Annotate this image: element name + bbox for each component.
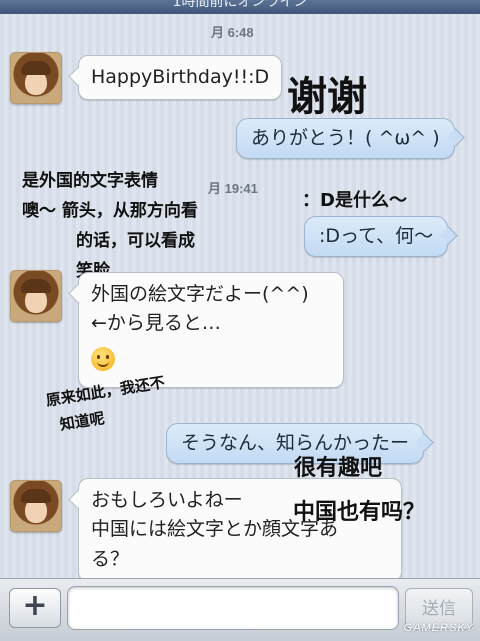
message-line: ←から見ると… xyxy=(91,312,221,335)
message-line: る？ xyxy=(91,547,130,570)
message-line: 外国の絵文字だよー(^^) xyxy=(91,283,309,305)
avatar[interactable] xyxy=(10,480,62,532)
incoming-message[interactable]: HappyBirthday!!:D xyxy=(78,55,283,101)
outgoing-message[interactable]: :Dって、何〜 xyxy=(304,216,449,258)
timestamp: 月 6:48 xyxy=(211,25,254,40)
timestamp: 月 19:41 xyxy=(208,181,258,196)
annotation-line: 是外国的文字表情 xyxy=(22,171,158,191)
watermark: GAMERSKY xyxy=(403,622,474,634)
avatar[interactable] xyxy=(10,270,62,322)
annotation-line: 的话，可以看成 xyxy=(76,231,195,251)
incoming-message[interactable]: 外国の絵文字だよー(^^) ←から見ると… xyxy=(78,272,344,389)
annotation-line: 噢〜 箭头，从那方向看 xyxy=(22,201,198,221)
nav-bar: 1時間前にオンライン xyxy=(0,0,480,14)
avatar[interactable] xyxy=(10,52,62,104)
annotation-text: 中国也有吗？ xyxy=(293,500,426,525)
message-input[interactable] xyxy=(67,586,399,630)
annotation-text: 谢谢 xyxy=(287,74,367,120)
annotation-text: ：D是什么〜 xyxy=(302,190,407,211)
outgoing-message[interactable]: ありがとう！( ^ω^ ) xyxy=(236,118,455,160)
smiley-face-icon xyxy=(91,346,115,371)
nav-title: 1時間前にオンライン xyxy=(172,0,308,10)
annotation-text: 是外国的文字表情 噢〜 箭头，从那方向看 的话，可以看成 笑脸 xyxy=(22,166,198,286)
plus-icon[interactable]: + xyxy=(9,588,61,628)
